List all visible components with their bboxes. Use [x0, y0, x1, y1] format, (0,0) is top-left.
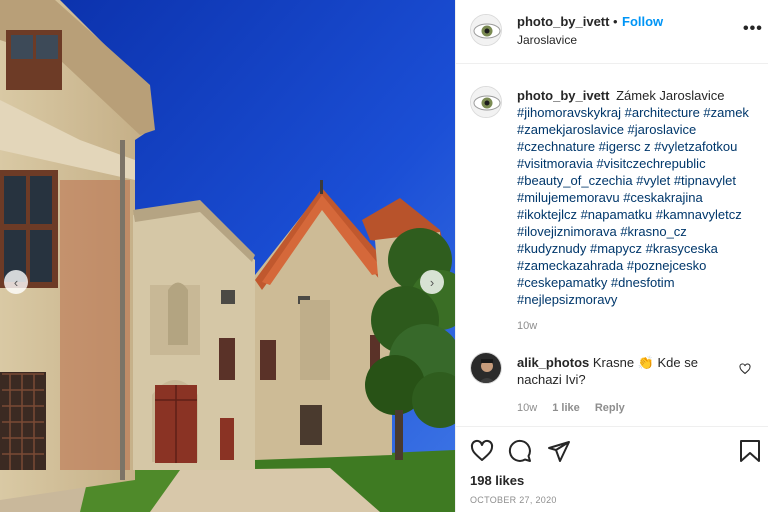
caption-author-avatar[interactable] — [470, 86, 502, 118]
like-button[interactable] — [470, 439, 494, 468]
comment-text: alik_photos Krasne 👏 Kde se nachazi Ivi? — [517, 354, 727, 388]
follow-button[interactable]: Follow — [622, 14, 663, 29]
commenter-username[interactable]: alik_photos — [517, 355, 589, 370]
share-icon — [548, 441, 570, 462]
bookmark-icon — [740, 440, 760, 462]
heart-icon — [470, 439, 494, 461]
heart-icon — [739, 363, 751, 375]
commenter-avatar[interactable] — [470, 352, 502, 384]
caption-hashtags[interactable]: #jihomoravskykraj #architecture #zamek #… — [517, 105, 749, 307]
reply-button[interactable]: Reply — [595, 402, 625, 414]
caption-text: photo_by_ivett Zámek Jaroslavice #jihomo… — [517, 87, 757, 308]
comment-meta: 10w 1 like Reply — [517, 402, 637, 414]
castle-photo-image — [0, 0, 455, 512]
caption-body: Zámek Jaroslavice — [616, 88, 725, 103]
comment-like-button[interactable] — [739, 362, 751, 380]
caption-timestamp[interactable]: 10w — [517, 320, 537, 332]
author-username-link[interactable]: photo_by_ivett — [517, 14, 609, 29]
post-photo[interactable]: ‹ › — [0, 0, 455, 512]
post-date[interactable]: October 27, 2020 — [470, 495, 557, 505]
previous-photo-button[interactable]: ‹ — [4, 270, 28, 294]
save-button[interactable] — [739, 439, 761, 468]
caption-author-username[interactable]: photo_by_ivett — [517, 88, 609, 103]
comment-timestamp[interactable]: 10w — [517, 402, 537, 414]
separator-dot: • — [613, 14, 618, 29]
comment-icon — [508, 439, 531, 462]
post-actions-bar: 198 likes October 27, 2020 — [456, 426, 768, 512]
author-avatar[interactable] — [470, 14, 502, 46]
location-link[interactable]: Jaroslavice — [517, 33, 577, 47]
post-side-panel: photo_by_ivett • Follow Jaroslavice ••• … — [455, 0, 768, 512]
comment-button[interactable] — [508, 439, 532, 468]
likes-count[interactable]: 198 likes — [470, 473, 524, 488]
chevron-right-icon: › — [429, 274, 435, 290]
next-photo-button[interactable]: › — [420, 270, 444, 294]
chevron-left-icon: ‹ — [13, 274, 19, 290]
share-button[interactable] — [547, 439, 571, 468]
comment-likes-count[interactable]: 1 like — [552, 402, 580, 414]
more-options-icon[interactable]: ••• — [743, 20, 763, 38]
post-header: photo_by_ivett • Follow Jaroslavice ••• — [456, 0, 768, 64]
